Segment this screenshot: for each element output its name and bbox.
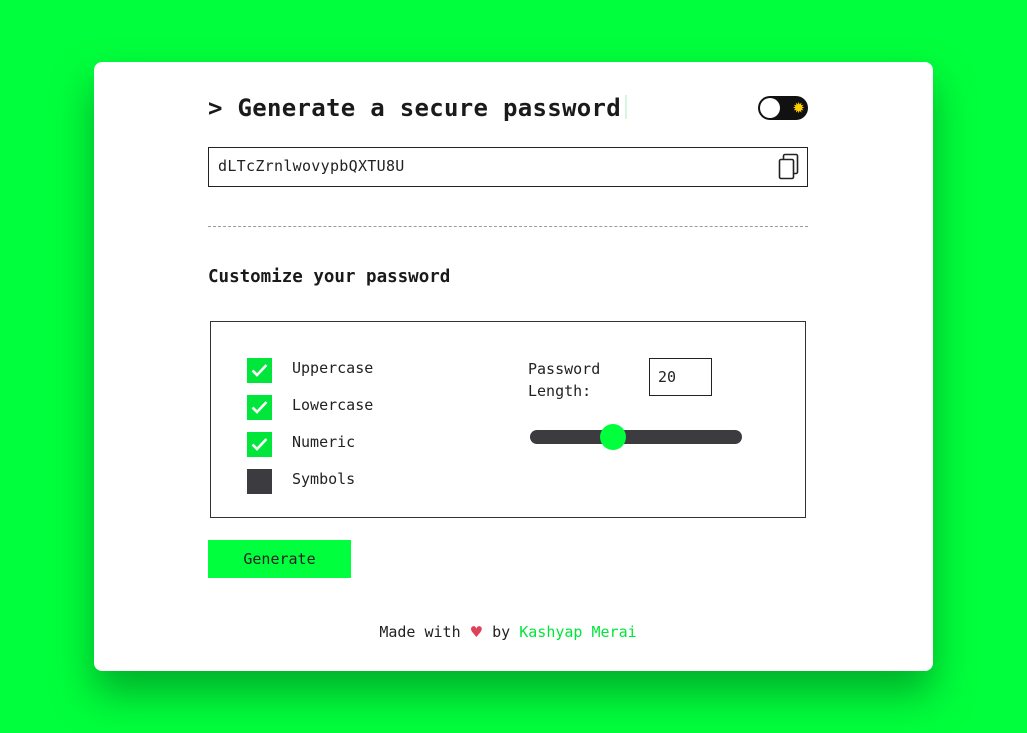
option-uppercase[interactable]: Uppercase bbox=[247, 358, 467, 384]
symbols-checkbox[interactable] bbox=[247, 469, 272, 494]
footer-prefix: Made with bbox=[379, 623, 461, 641]
uppercase-label: Uppercase bbox=[292, 359, 374, 377]
author-link[interactable]: Kashyap Merai bbox=[519, 623, 636, 641]
footer: Made with ♥ by Kashyap Merai bbox=[208, 623, 808, 641]
option-symbols[interactable]: Symbols bbox=[247, 469, 467, 495]
generate-button[interactable]: Generate bbox=[208, 540, 351, 578]
lowercase-checkbox[interactable] bbox=[247, 395, 272, 420]
uppercase-checkbox[interactable] bbox=[247, 358, 272, 383]
password-value: dLTcZrnlwovypbQXTU8U bbox=[218, 157, 405, 175]
theme-toggle[interactable]: ✹ bbox=[758, 96, 808, 120]
copy-icon[interactable] bbox=[777, 153, 801, 181]
password-output[interactable]: dLTcZrnlwovypbQXTU8U bbox=[208, 147, 808, 187]
header: > Generate a secure password ✹ bbox=[208, 92, 808, 126]
slider-thumb[interactable] bbox=[599, 424, 626, 450]
typing-cursor bbox=[624, 95, 627, 119]
length-slider[interactable] bbox=[530, 424, 742, 450]
toggle-knob bbox=[760, 98, 780, 118]
check-icon bbox=[251, 438, 268, 451]
option-numeric[interactable]: Numeric bbox=[247, 432, 467, 458]
heart-icon: ♥ bbox=[469, 623, 484, 641]
numeric-label: Numeric bbox=[292, 433, 356, 451]
page-title: > Generate a secure password bbox=[208, 94, 627, 122]
sun-icon: ✹ bbox=[792, 99, 805, 117]
lowercase-label: Lowercase bbox=[292, 396, 374, 414]
customize-title: Customize your password bbox=[208, 267, 451, 287]
footer-by: by bbox=[492, 623, 511, 641]
symbols-label: Symbols bbox=[292, 470, 356, 488]
password-length-label: Password Length: bbox=[528, 360, 601, 400]
card-content: > Generate a secure password ✹ dLTcZrnlw… bbox=[208, 62, 808, 671]
option-lowercase[interactable]: Lowercase bbox=[247, 395, 467, 421]
options-panel: Uppercase Lowercase Numeric Symbols Pass… bbox=[210, 321, 806, 518]
check-icon bbox=[251, 364, 268, 377]
password-generator-card: > Generate a secure password ✹ dLTcZrnlw… bbox=[94, 62, 933, 671]
password-length-input[interactable]: 20 bbox=[649, 358, 712, 396]
section-divider bbox=[208, 226, 808, 227]
numeric-checkbox[interactable] bbox=[247, 432, 272, 457]
check-icon bbox=[251, 401, 268, 414]
